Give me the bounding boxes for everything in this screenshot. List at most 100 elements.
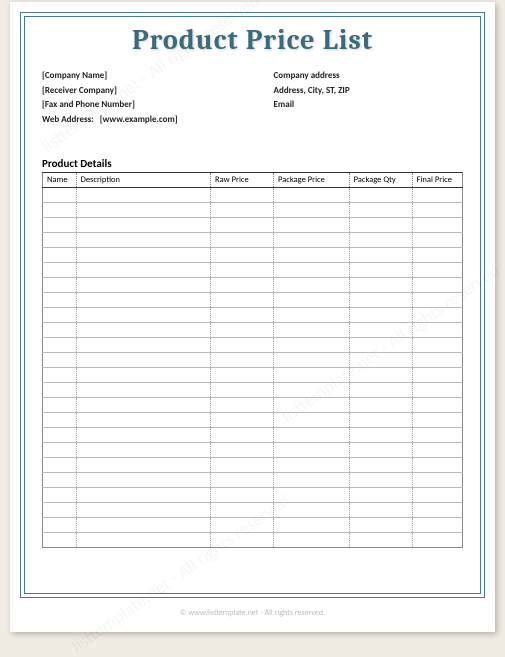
table-row bbox=[43, 487, 463, 502]
table-cell bbox=[76, 412, 210, 427]
table-cell bbox=[412, 352, 462, 367]
table-cell bbox=[349, 262, 412, 277]
table-cell bbox=[412, 217, 462, 232]
table-cell bbox=[273, 457, 349, 472]
table-cell bbox=[210, 187, 273, 202]
table-row bbox=[43, 292, 463, 307]
table-row bbox=[43, 457, 463, 472]
page-footer: © www.listtemplate.net - All rights rese… bbox=[10, 608, 495, 618]
table-cell bbox=[76, 262, 210, 277]
header-info: [Company Name] [Receiver Company] [Fax a… bbox=[42, 70, 463, 129]
table-cell bbox=[412, 202, 462, 217]
table-cell bbox=[412, 367, 462, 382]
table-cell bbox=[273, 382, 349, 397]
table-cell bbox=[76, 502, 210, 517]
table-cell bbox=[412, 337, 462, 352]
table-cell bbox=[349, 277, 412, 292]
table-cell bbox=[76, 217, 210, 232]
table-cell bbox=[76, 532, 210, 547]
sender-block: [Company Name] [Receiver Company] [Fax a… bbox=[42, 70, 274, 129]
table-cell bbox=[412, 472, 462, 487]
table-cell bbox=[210, 457, 273, 472]
table-cell bbox=[349, 217, 412, 232]
table-cell bbox=[43, 427, 77, 442]
table-row bbox=[43, 217, 463, 232]
table-cell bbox=[273, 427, 349, 442]
sender-company: [Company Name] bbox=[42, 70, 274, 82]
table-row bbox=[43, 412, 463, 427]
table-cell bbox=[273, 322, 349, 337]
table-cell bbox=[349, 472, 412, 487]
table-cell bbox=[76, 247, 210, 262]
table-cell bbox=[273, 472, 349, 487]
table-cell bbox=[349, 352, 412, 367]
table-cell bbox=[43, 337, 77, 352]
address-detail: Address, City, ST, ZIP bbox=[274, 85, 463, 97]
col-package-price: Package Price bbox=[273, 172, 349, 187]
table-cell bbox=[210, 472, 273, 487]
table-cell bbox=[273, 517, 349, 532]
table-row bbox=[43, 427, 463, 442]
col-raw-price: Raw Price bbox=[210, 172, 273, 187]
table-cell bbox=[412, 442, 462, 457]
table-cell bbox=[412, 427, 462, 442]
table-cell bbox=[210, 442, 273, 457]
table-cell bbox=[210, 517, 273, 532]
table-cell bbox=[412, 412, 462, 427]
table-cell bbox=[43, 442, 77, 457]
table-cell bbox=[43, 397, 77, 412]
table-cell bbox=[412, 487, 462, 502]
table-cell bbox=[412, 307, 462, 322]
table-cell bbox=[273, 352, 349, 367]
web-label: Web Address: bbox=[42, 114, 94, 125]
table-cell bbox=[349, 247, 412, 262]
table-cell bbox=[273, 262, 349, 277]
table-row bbox=[43, 472, 463, 487]
table-cell bbox=[210, 502, 273, 517]
table-cell bbox=[210, 397, 273, 412]
table-cell bbox=[349, 292, 412, 307]
document-page: listtemplate.net - All rights reserved l… bbox=[10, 2, 495, 632]
receiver-company: [Receiver Company] bbox=[42, 85, 274, 97]
table-cell bbox=[43, 277, 77, 292]
table-cell bbox=[76, 487, 210, 502]
table-cell bbox=[412, 187, 462, 202]
address-label: Company address bbox=[274, 70, 463, 82]
table-cell bbox=[76, 517, 210, 532]
table-cell bbox=[210, 487, 273, 502]
table-cell bbox=[349, 532, 412, 547]
table-cell bbox=[76, 397, 210, 412]
col-name: Name bbox=[43, 172, 77, 187]
table-row bbox=[43, 442, 463, 457]
table-cell bbox=[210, 247, 273, 262]
col-description: Description bbox=[76, 172, 210, 187]
table-cell bbox=[76, 307, 210, 322]
fax-phone: [Fax and Phone Number] bbox=[42, 99, 274, 111]
table-row bbox=[43, 367, 463, 382]
table-cell bbox=[76, 442, 210, 457]
table-cell bbox=[76, 367, 210, 382]
table-cell bbox=[349, 367, 412, 382]
table-row bbox=[43, 247, 463, 262]
table-cell bbox=[273, 202, 349, 217]
product-table: Name Description Raw Price Package Price… bbox=[42, 172, 463, 548]
table-cell bbox=[210, 277, 273, 292]
table-row bbox=[43, 517, 463, 532]
table-cell bbox=[349, 487, 412, 502]
table-cell bbox=[349, 457, 412, 472]
table-cell bbox=[43, 187, 77, 202]
table-cell bbox=[76, 472, 210, 487]
table-header-row: Name Description Raw Price Package Price… bbox=[43, 172, 463, 187]
table-cell bbox=[349, 517, 412, 532]
table-cell bbox=[412, 232, 462, 247]
table-row bbox=[43, 307, 463, 322]
table-cell bbox=[412, 292, 462, 307]
page-title: Product Price List bbox=[42, 24, 463, 56]
page-content: Product Price List [Company Name] [Recei… bbox=[24, 16, 481, 548]
table-cell bbox=[273, 487, 349, 502]
table-cell bbox=[412, 502, 462, 517]
table-cell bbox=[412, 322, 462, 337]
table-row bbox=[43, 322, 463, 337]
web-address: Web Address: [www.example.com] bbox=[42, 114, 274, 126]
table-body bbox=[43, 187, 463, 547]
